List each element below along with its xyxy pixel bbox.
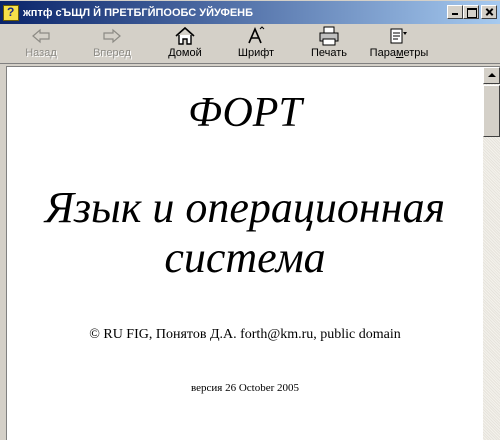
toolbar: Назад Вперед Домой Шрифт Печать Параметр… <box>0 24 500 64</box>
scroll-up-button[interactable] <box>483 67 500 84</box>
document-content: ФОРТ Язык и операционная система © RU FI… <box>7 67 483 440</box>
back-label: Назад <box>25 47 57 59</box>
arrow-right-icon <box>101 26 123 46</box>
font-button[interactable]: Шрифт <box>223 26 289 62</box>
home-label: Домой <box>168 47 202 59</box>
maximize-button[interactable] <box>463 5 479 19</box>
close-button[interactable] <box>481 5 497 19</box>
arrow-left-icon <box>30 26 52 46</box>
document-author: © RU FIG, Понятов Д.А. forth@km.ru, publ… <box>89 327 401 342</box>
options-icon <box>388 26 410 46</box>
back-button[interactable]: Назад <box>8 26 74 62</box>
forward-label: Вперед <box>93 47 131 59</box>
title-bar[interactable]: жптф сЪЩЛ Й ПРЕТБГЙПООБС УЙУФЕНБ <box>0 0 500 24</box>
document-title: ФОРТ <box>188 90 302 136</box>
options-label: Параметры <box>369 47 429 59</box>
scroll-thumb[interactable] <box>483 85 500 137</box>
window-title: жптф сЪЩЛ Й ПРЕТБГЙПООБС УЙУФЕНБ <box>23 6 254 19</box>
help-file-icon[interactable] <box>3 4 19 21</box>
options-button[interactable]: Параметры <box>366 26 432 62</box>
printer-icon <box>318 26 340 46</box>
minimize-button[interactable] <box>447 5 463 19</box>
window-controls <box>447 5 497 19</box>
font-icon <box>245 26 267 46</box>
document-viewport[interactable]: ФОРТ Язык и операционная система © RU FI… <box>6 66 500 440</box>
house-icon <box>174 26 196 46</box>
forward-button[interactable]: Вперед <box>79 26 145 62</box>
document-version: версия 26 October 2005 <box>190 382 300 394</box>
document-subtitle: Язык и операционная система <box>44 183 446 282</box>
print-button[interactable]: Печать <box>296 26 362 62</box>
print-label: Печать <box>310 47 348 59</box>
vertical-scrollbar[interactable] <box>483 67 500 440</box>
home-button[interactable]: Домой <box>152 26 218 62</box>
font-label: Шрифт <box>237 47 275 59</box>
